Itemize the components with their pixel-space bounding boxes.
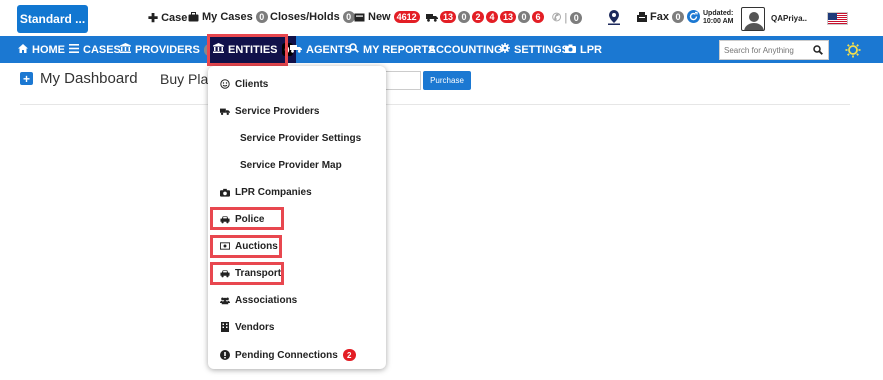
purchase-button[interactable]: Purchase xyxy=(423,71,471,90)
dashboard-title-text: My Dashboard xyxy=(40,70,138,87)
menu-item-label: LPR Companies xyxy=(235,186,312,198)
fax-link[interactable]: Fax 0 xyxy=(637,11,684,23)
new-cases-link[interactable]: New 4612 xyxy=(354,11,420,23)
menu-item-label: Service Provider Map xyxy=(240,159,342,171)
refresh-icon xyxy=(687,10,700,23)
exclamation-circle-icon xyxy=(220,350,230,360)
nav-agents-label: AGENTS xyxy=(306,43,352,56)
nav-settings[interactable]: SETTINGS xyxy=(500,36,569,63)
nav-my-reports[interactable]: MY REPORTS xyxy=(349,36,436,63)
transport-highlight-box xyxy=(210,262,284,285)
truck-icon xyxy=(426,13,438,22)
avatar[interactable] xyxy=(741,7,765,31)
auctions-highlight-box xyxy=(210,235,282,258)
truck-badge-1: 13 xyxy=(440,11,457,23)
truck-badge-5: 13 xyxy=(500,11,517,23)
buy-plat-label: Buy Plat xyxy=(160,71,213,87)
top-bar: Standard ... ✚ Case My Cases 0 Closes/Ho… xyxy=(0,0,883,36)
menu-item-lpr-companies[interactable]: LPR Companies xyxy=(220,184,312,200)
police-highlight-box xyxy=(210,207,284,230)
menu-icon xyxy=(69,43,79,56)
plat-quantity-input[interactable] xyxy=(380,71,421,90)
nav-providers[interactable]: PROVIDERS 0 xyxy=(120,36,215,63)
menu-item-associations[interactable]: Associations xyxy=(220,292,297,308)
pending-count-badge: 2 xyxy=(342,349,356,361)
fax-icon xyxy=(637,12,647,22)
menu-item-clients[interactable]: Clients xyxy=(220,76,268,92)
plus-square-icon[interactable]: + xyxy=(20,72,33,85)
global-search xyxy=(719,40,829,60)
nav-cases[interactable]: CASES xyxy=(69,36,121,63)
plus-icon: ✚ xyxy=(148,11,159,25)
menu-item-pending-connections[interactable]: Pending Connections 2 xyxy=(220,347,356,363)
updated-timestamp: Updated: 10:00 AM xyxy=(703,10,733,26)
refresh-button[interactable] xyxy=(687,10,700,23)
closes-holds-link[interactable]: Closes/Holds 0 xyxy=(270,11,355,23)
building-icon xyxy=(220,322,230,332)
inbox-icon xyxy=(354,13,365,22)
nav-lpr-label: LPR xyxy=(580,43,602,56)
menu-item-service-provider-settings[interactable]: Service Provider Settings xyxy=(240,130,361,146)
us-flag-icon[interactable] xyxy=(827,12,848,25)
my-cases-count-badge: 0 xyxy=(255,11,268,23)
page-title: + My Dashboard xyxy=(20,70,138,87)
nav-accounting[interactable]: ACCOUNTING xyxy=(428,36,503,63)
nav-cases-label: CASES xyxy=(83,43,121,56)
truck-icon xyxy=(220,106,230,116)
menu-item-service-provider-map[interactable]: Service Provider Map xyxy=(240,157,342,173)
menu-item-label: Pending Connections xyxy=(235,349,338,361)
location-user-button[interactable] xyxy=(606,9,622,26)
my-cases-link[interactable]: My Cases 0 xyxy=(188,11,268,23)
home-icon xyxy=(18,43,28,56)
sun-icon[interactable] xyxy=(845,42,861,58)
truck-badge-4: 4 xyxy=(486,11,499,23)
gear-icon xyxy=(500,43,510,56)
map-pin-user-icon xyxy=(606,9,622,26)
separator: | xyxy=(564,11,568,24)
updated-time: 10:00 AM xyxy=(703,18,734,25)
truck-icon xyxy=(290,44,302,56)
truck-badge-7: 6 xyxy=(532,11,545,23)
camera-icon xyxy=(220,187,230,197)
new-case-link[interactable]: ✚ Case xyxy=(148,11,187,25)
truck-badge-6: 0 xyxy=(518,11,531,23)
closes-holds-count-badge: 0 xyxy=(342,11,355,23)
menu-item-vendors[interactable]: Vendors xyxy=(220,319,274,335)
nav-providers-label: PROVIDERS xyxy=(135,43,200,56)
bank-icon xyxy=(120,43,131,56)
briefcase-icon xyxy=(188,12,199,22)
search-input[interactable] xyxy=(720,45,808,55)
divider xyxy=(20,104,850,105)
nav-lpr[interactable]: LPR xyxy=(565,36,602,63)
nav-settings-label: SETTINGS xyxy=(514,43,570,56)
users-icon xyxy=(220,295,230,305)
menu-item-label: Service Provider Settings xyxy=(240,132,362,144)
menu-item-label: Associations xyxy=(235,294,298,306)
search-icon xyxy=(349,43,359,56)
nav-accounting-label: ACCOUNTING xyxy=(428,43,503,56)
nav-agents[interactable]: AGENTS xyxy=(290,36,352,63)
new-count-badge: 4612 xyxy=(393,11,420,23)
menu-item-label: Service Providers xyxy=(235,105,320,117)
updated-label: Updated: xyxy=(703,10,734,17)
truck-status-group[interactable]: 13 0 2 4 13 0 6 xyxy=(426,11,545,23)
menu-item-label: Clients xyxy=(235,78,269,90)
nav-home-label: HOME xyxy=(32,43,65,56)
phone-icon: ✆ xyxy=(552,12,562,24)
phone-calls-link[interactable]: ✆ | 0 xyxy=(552,11,583,24)
smiley-icon xyxy=(220,79,230,89)
menu-item-label: Vendors xyxy=(235,321,275,333)
standard-view-button[interactable]: Standard ... xyxy=(17,5,88,33)
phone-count-badge: 0 xyxy=(570,11,583,24)
fax-count-badge: 0 xyxy=(671,11,684,23)
nav-home[interactable]: HOME xyxy=(18,36,65,63)
search-icon[interactable] xyxy=(808,41,828,59)
nav-my-reports-label: MY REPORTS xyxy=(363,43,436,56)
truck-badge-2: 0 xyxy=(458,11,471,23)
user-name[interactable]: QAPriya.. xyxy=(771,14,807,23)
entities-highlight-box xyxy=(207,34,288,66)
truck-badge-3: 2 xyxy=(472,11,485,23)
menu-item-service-providers[interactable]: Service Providers xyxy=(220,103,320,119)
camera-icon xyxy=(565,44,576,56)
